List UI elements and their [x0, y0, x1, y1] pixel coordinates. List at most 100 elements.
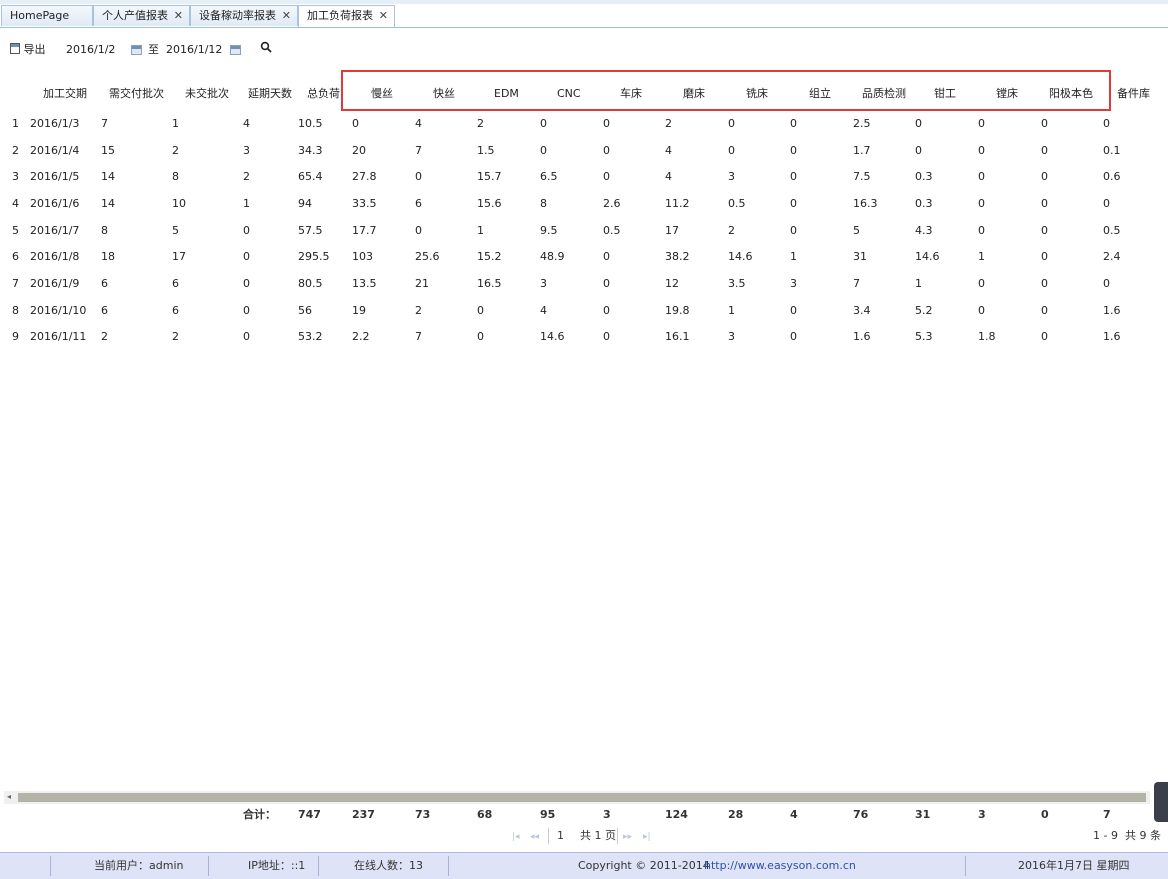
table-cell: 14.6 — [540, 330, 565, 343]
highlight-box — [341, 70, 1111, 111]
export-button[interactable]: 导出 — [10, 42, 46, 58]
tab-processing-load-report[interactable]: 加工负荷报表 ✕ — [298, 5, 395, 27]
table-cell: 0 — [978, 224, 985, 237]
table-cell: 4 — [415, 117, 422, 130]
table-cell: 0 — [790, 224, 797, 237]
table-cell: 2.6 — [603, 197, 621, 210]
table-cell: 0 — [243, 224, 250, 237]
next-page-button[interactable]: ▸▸ — [623, 829, 632, 843]
search-icon — [260, 41, 272, 53]
table-cell: 7 — [415, 330, 422, 343]
column-header[interactable]: 备件库 — [1117, 86, 1150, 102]
table-cell: 0 — [1103, 117, 1110, 130]
table-cell: 0 — [1041, 224, 1048, 237]
table-cell: 5.3 — [915, 330, 933, 343]
table-cell: 14.6 — [915, 250, 940, 263]
total-value: 124 — [665, 808, 688, 821]
table-cell: 0 — [477, 304, 484, 317]
scrollbar-thumb[interactable] — [18, 793, 1146, 802]
column-header[interactable]: 需交付批次 — [109, 86, 164, 102]
total-value: 4 — [790, 808, 798, 821]
table-cell: 1 — [915, 277, 922, 290]
tab-homepage[interactable]: HomePage — [1, 5, 93, 26]
horizontal-scrollbar[interactable]: ◂ — [4, 791, 1150, 804]
table-cell: 0 — [1041, 144, 1048, 157]
tab-bar: HomePage 个人产值报表 ✕ 设备稼动率报表 ✕ 加工负荷报表 ✕ — [0, 0, 1168, 28]
table-cell: 0 — [1103, 197, 1110, 210]
total-pages: 共 1 页 — [580, 829, 616, 842]
pager-divider — [548, 828, 549, 844]
close-icon[interactable]: ✕ — [379, 6, 388, 26]
row-number: 9 — [12, 330, 19, 343]
status-separator — [208, 856, 209, 876]
table-cell: 2016/1/4 — [30, 144, 80, 157]
record-range: 1 - 9 — [1093, 829, 1118, 842]
status-date: 2016年1月7日 星期四 — [1018, 859, 1130, 872]
column-header[interactable]: 总负荷 — [307, 86, 340, 102]
table-cell: 1 — [243, 197, 250, 210]
table-cell: 0 — [915, 144, 922, 157]
last-page-button[interactable]: ▸| — [643, 829, 651, 843]
table-cell: 53.2 — [298, 330, 323, 343]
status-separator — [965, 856, 966, 876]
date-from-input[interactable]: 2016/1/2 — [66, 42, 115, 58]
table-cell: 16.5 — [477, 277, 502, 290]
record-count: 共 9 条 — [1125, 829, 1161, 842]
table-cell: 0 — [1041, 170, 1048, 183]
tab-personal-output-report[interactable]: 个人产值报表 ✕ — [93, 5, 190, 26]
table-cell: 19.8 — [665, 304, 690, 317]
row-number: 1 — [12, 117, 19, 130]
tab-label: HomePage — [10, 9, 70, 22]
table-cell: 2016/1/3 — [30, 117, 80, 130]
table-cell: 2 — [728, 224, 735, 237]
table-cell: 0 — [540, 144, 547, 157]
row-number: 7 — [12, 277, 19, 290]
total-value: 76 — [853, 808, 869, 821]
scroll-left-arrow-icon[interactable]: ◂ — [7, 792, 11, 801]
export-icon — [10, 43, 20, 54]
table-cell: 0 — [978, 277, 985, 290]
table-cell: 2.2 — [352, 330, 370, 343]
table-cell: 0 — [603, 330, 610, 343]
status-separator — [50, 856, 51, 876]
close-icon[interactable]: ✕ — [282, 6, 291, 26]
website-link[interactable]: http://www.easyson.com.cn — [704, 859, 856, 873]
calendar-icon[interactable] — [131, 44, 142, 60]
table-cell: 0 — [728, 144, 735, 157]
total-value: 3 — [603, 808, 611, 821]
table-cell: 27.8 — [352, 170, 377, 183]
table-cell: 295.5 — [298, 250, 330, 263]
calendar-icon[interactable] — [230, 44, 241, 60]
table-cell: 0 — [790, 197, 797, 210]
close-icon[interactable]: ✕ — [174, 6, 183, 26]
table-cell: 2 — [172, 144, 179, 157]
table-cell: 20 — [352, 144, 366, 157]
table-cell: 18 — [101, 250, 115, 263]
table-cell: 33.5 — [352, 197, 377, 210]
side-widget[interactable] — [1154, 782, 1168, 822]
table-cell: 11.2 — [665, 197, 690, 210]
table-cell: 0 — [603, 170, 610, 183]
table-cell: 7.5 — [853, 170, 871, 183]
table-cell: 0 — [790, 117, 797, 130]
column-header[interactable]: 未交批次 — [185, 86, 229, 102]
table-cell: 0.5 — [728, 197, 746, 210]
table-cell: 17 — [665, 224, 679, 237]
page-number-input[interactable]: 1 — [557, 829, 564, 843]
search-button[interactable] — [260, 41, 272, 57]
table-cell: 2 — [243, 170, 250, 183]
table-cell: 2016/1/8 — [30, 250, 80, 263]
table-cell: 15 — [101, 144, 115, 157]
prev-page-button[interactable]: ◂◂ — [530, 829, 539, 843]
first-page-button[interactable]: |◂ — [512, 829, 520, 843]
table-cell: 3 — [728, 170, 735, 183]
tab-equipment-utilization-report[interactable]: 设备稼动率报表 ✕ — [190, 5, 298, 26]
table-cell: 8 — [172, 170, 179, 183]
column-header[interactable]: 延期天数 — [248, 86, 292, 102]
date-to-input[interactable]: 2016/1/12 — [166, 42, 222, 58]
column-header[interactable]: 加工交期 — [43, 86, 87, 102]
table-cell: 1 — [477, 224, 484, 237]
table-cell: 38.2 — [665, 250, 690, 263]
table-cell: 0 — [603, 277, 610, 290]
table-cell: 2 — [665, 117, 672, 130]
